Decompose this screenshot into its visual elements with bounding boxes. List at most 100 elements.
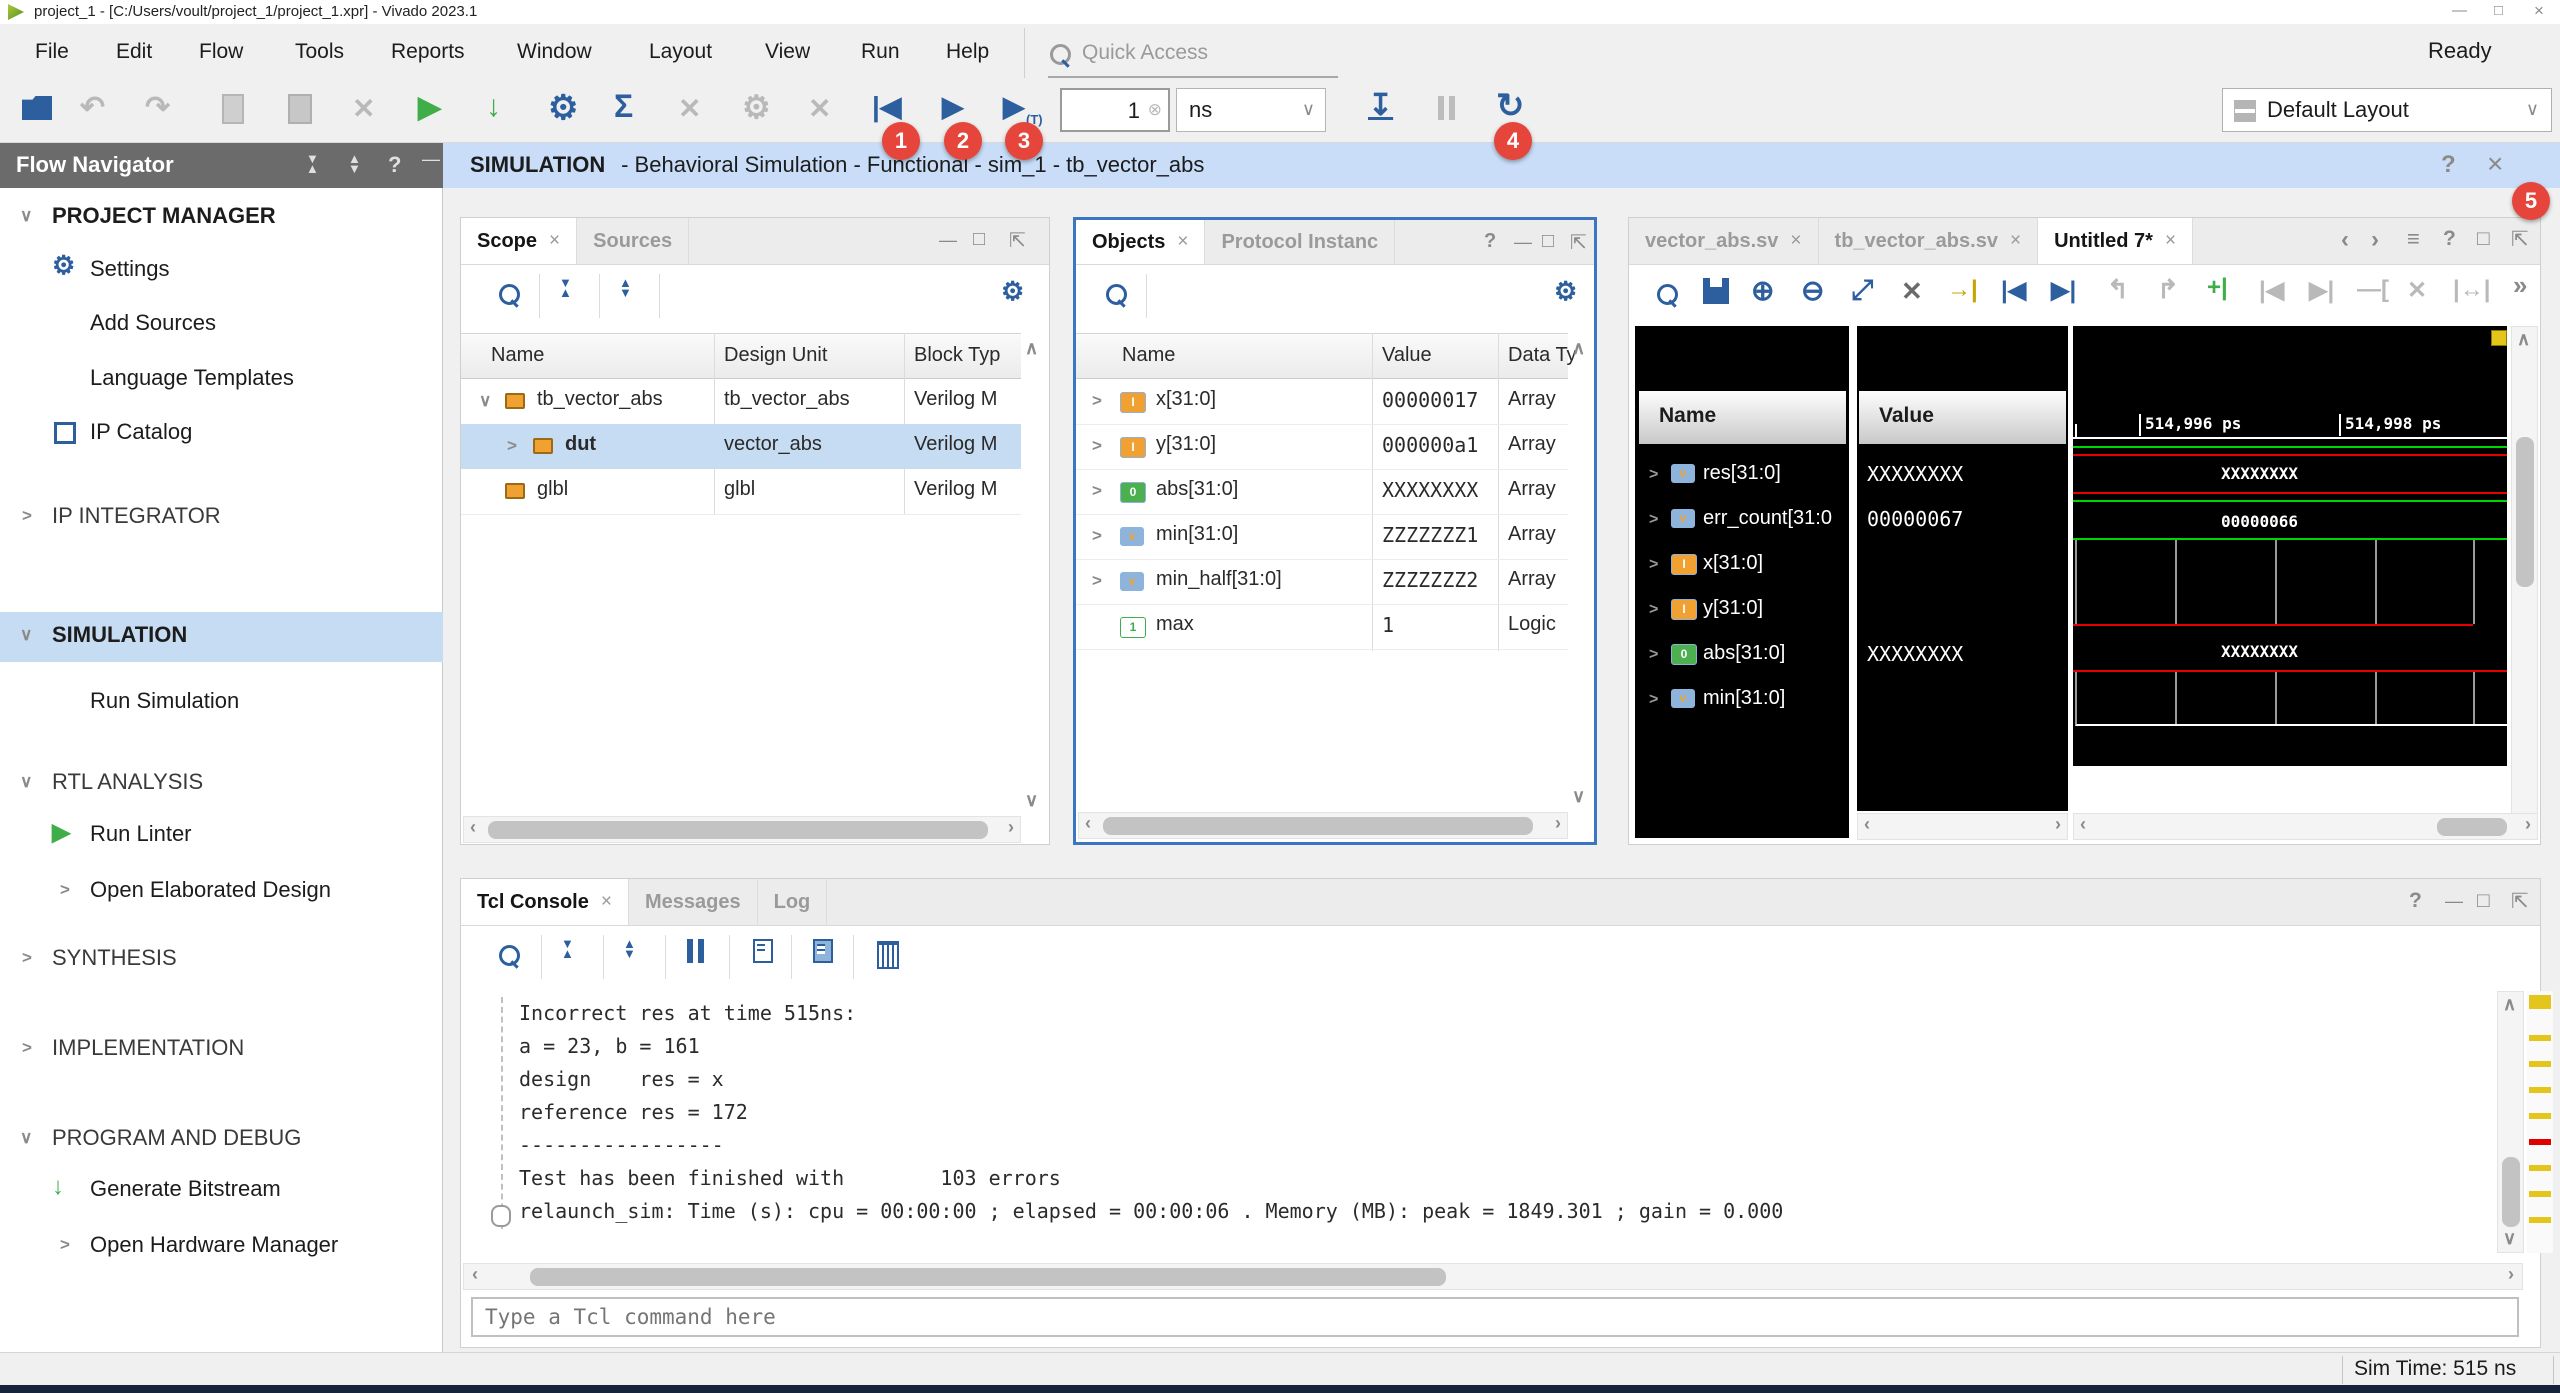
warning-mark[interactable] [2529, 1061, 2551, 1067]
sim-time-unit-select[interactable]: ns ∨ [1176, 88, 1326, 132]
objects-minimize-icon[interactable]: — [1514, 232, 1532, 253]
warning-mark[interactable] [2529, 995, 2551, 1009]
menu-tools[interactable]: Tools [295, 40, 344, 64]
scroll-right-icon[interactable]: › [1008, 817, 1014, 838]
sidebar-section-synthesis[interactable]: SYNTHESIS [52, 945, 177, 971]
wave-maximize-icon[interactable]: □ [2477, 227, 2490, 251]
scroll-left-icon[interactable]: ‹ [1085, 813, 1091, 834]
expand-all-icon[interactable]: ▲▼ [619, 278, 632, 298]
sim-step-icon[interactable]: ↧ [1368, 88, 1393, 123]
tcl-float-icon[interactable]: ⇱ [2511, 889, 2529, 914]
close-icon[interactable]: × [549, 230, 560, 252]
sidebar-item-language-templates[interactable]: Language Templates [90, 365, 294, 391]
sidebar-item-ip-catalog[interactable]: IP Catalog [90, 419, 192, 445]
sidebar-item-open-elaborated-design[interactable]: Open Elaborated Design [90, 877, 331, 903]
redo-icon[interactable]: ↷ [145, 90, 170, 125]
tab-objects[interactable]: Objects × [1076, 220, 1205, 264]
chevron-down-icon[interactable]: ∨ [20, 625, 32, 645]
console-vscrollbar[interactable]: ∧ ∨ [2497, 991, 2524, 1253]
chevron-right-icon[interactable]: > [1649, 556, 1658, 574]
objects-hscrollbar[interactable]: ‹ › [1078, 812, 1568, 839]
scroll-left-icon[interactable]: ‹ [470, 817, 476, 838]
scroll-down-icon[interactable]: ∨ [1572, 786, 1585, 807]
table-row[interactable]: glbl glbl Verilog M [461, 469, 1021, 515]
search-icon[interactable] [499, 284, 520, 305]
toolbar-overflow-icon[interactable]: » [2513, 270, 2527, 301]
error-mark[interactable] [2529, 1139, 2551, 1145]
scope-maximize-icon[interactable]: □ [973, 228, 985, 251]
copy-icon[interactable] [222, 94, 244, 124]
window-maximize-button[interactable]: □ [2494, 2, 2503, 19]
goto-time-icon[interactable]: →| [1947, 276, 1978, 304]
wave-value-hscrollbar[interactable]: ‹ › [1857, 813, 2068, 840]
scroll-up-icon[interactable]: ∧ [1572, 338, 1585, 359]
table-row[interactable]: ∨ tb_vector_abs tb_vector_abs Verilog M [461, 379, 1021, 425]
search-icon[interactable] [1657, 284, 1678, 305]
wave-help-icon[interactable]: ? [2443, 227, 2456, 251]
zoom-in-icon[interactable]: ⊕ [1751, 274, 1774, 307]
trash-icon[interactable] [877, 941, 899, 969]
table-row[interactable]: > I y[31:0] 000000a1 Array [1076, 424, 1568, 470]
objects-float-icon[interactable]: ⇱ [1570, 230, 1587, 255]
search-icon[interactable] [1106, 284, 1127, 305]
menu-flow[interactable]: Flow [199, 40, 243, 64]
scope-table-header[interactable]: Name Design Unit Block Typ [461, 333, 1021, 379]
sim-help-icon[interactable]: ? [2441, 151, 2456, 179]
sidebar-item-open-hardware-manager[interactable]: Open Hardware Manager [90, 1232, 338, 1258]
tcl-help-icon[interactable]: ? [2409, 889, 2422, 913]
save-icon[interactable] [1703, 278, 1729, 304]
sim-run-for-icon[interactable]: ▶ [1003, 90, 1025, 123]
chevron-right-icon[interactable]: > [1092, 436, 1102, 456]
scroll-left-icon[interactable]: ‹ [472, 1264, 478, 1285]
chevron-right-icon[interactable]: > [1092, 391, 1102, 411]
chevron-right-icon[interactable]: > [22, 948, 32, 968]
console-fold-icon[interactable] [491, 1205, 511, 1227]
tab-untitled-7[interactable]: Untitled 7* × [2038, 218, 2193, 264]
scope-minimize-icon[interactable]: — [939, 230, 957, 251]
gear-icon[interactable]: ⚙ [1001, 276, 1024, 307]
chevron-right-icon[interactable]: > [1649, 511, 1658, 529]
wave-signal-name[interactable]: x[31:0] [1703, 552, 1763, 575]
menu-help[interactable]: Help [946, 40, 989, 64]
warning-mark[interactable] [2529, 1217, 2551, 1223]
cut-icon[interactable]: ✕ [352, 92, 375, 125]
copy-icon[interactable] [753, 939, 773, 963]
table-row[interactable]: > I x[31:0] 00000017 Array [1076, 379, 1568, 425]
chevron-right-icon[interactable]: > [1092, 571, 1102, 591]
sim-restart-icon[interactable]: |◀ [872, 90, 901, 123]
pause-output-icon[interactable] [687, 939, 704, 963]
menu-window[interactable]: Window [517, 40, 592, 64]
tab-vector-abs-sv[interactable]: vector_abs.sv × [1629, 218, 1819, 264]
menu-view[interactable]: View [765, 40, 810, 64]
wave-signal-name[interactable]: res[31:0] [1703, 462, 1781, 485]
tcl-maximize-icon[interactable]: □ [2477, 889, 2490, 913]
scroll-right-icon[interactable]: › [2525, 814, 2531, 835]
scroll-up-icon[interactable]: ∧ [2517, 329, 2530, 350]
wave-signal-name[interactable]: min[31:0] [1703, 687, 1785, 710]
tab-protocol-instances[interactable]: Protocol Instanc [1205, 220, 1395, 264]
tab-sources[interactable]: Sources [577, 218, 689, 264]
tab-scope[interactable]: Scope × [461, 218, 577, 264]
scroll-right-icon[interactable]: › [1555, 813, 1561, 834]
chevron-right-icon[interactable]: > [1092, 526, 1102, 546]
chevron-right-icon[interactable]: > [60, 880, 70, 900]
next-transition-icon[interactable]: ▶| [2051, 276, 2076, 305]
wave-vscrollbar[interactable]: ∧ ∨ [2511, 326, 2538, 838]
tab-tb-vector-abs-sv[interactable]: tb_vector_abs.sv × [1819, 218, 2039, 264]
collapse-all-icon[interactable]: ▼▲ [559, 278, 572, 298]
scroll-down-icon[interactable]: ∨ [2503, 1228, 2516, 1249]
add-marker-icon[interactable]: +| [2207, 274, 2228, 302]
close-icon[interactable]: × [1177, 231, 1188, 253]
paste-icon[interactable] [288, 94, 312, 124]
tab-log[interactable]: Log [758, 879, 828, 925]
chevron-right-icon[interactable]: > [1649, 646, 1658, 664]
chevron-down-icon[interactable]: ∨ [20, 1128, 32, 1148]
undo-icon[interactable]: ↶ [80, 90, 105, 125]
scroll-right-icon[interactable]: › [2508, 1264, 2514, 1285]
chevron-right-icon[interactable]: > [507, 436, 517, 456]
annotation-ruler[interactable] [2527, 991, 2553, 1253]
sigma-icon[interactable]: Σ [614, 88, 633, 125]
scroll-up-icon[interactable]: ∧ [1025, 338, 1038, 359]
tcl-minimize-icon[interactable]: — [2445, 891, 2463, 912]
close-icon[interactable]: × [2010, 230, 2021, 252]
